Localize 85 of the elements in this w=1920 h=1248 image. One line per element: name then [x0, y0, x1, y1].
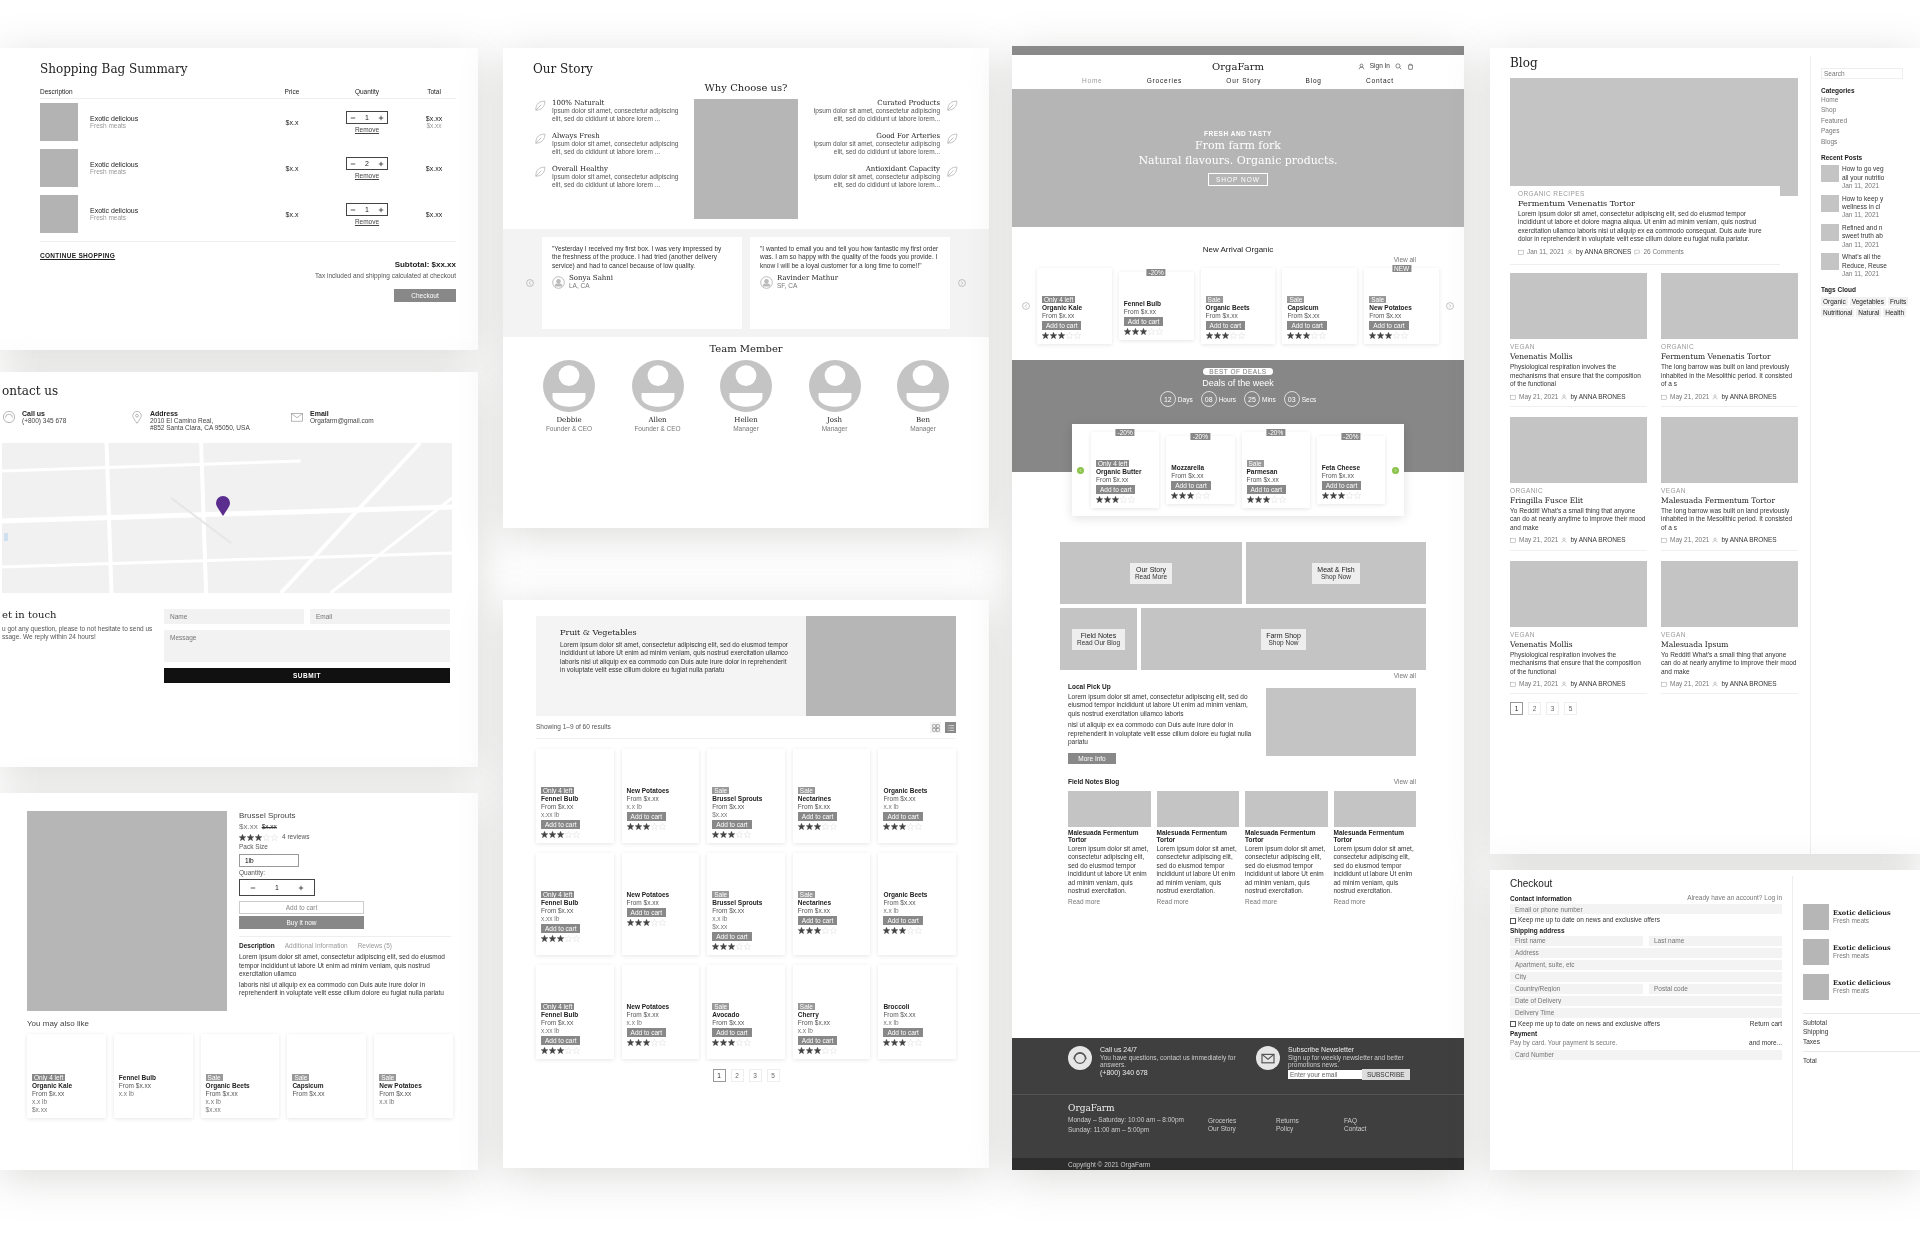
- leaf-icon: [945, 164, 959, 179]
- image-placeholder: [1803, 939, 1829, 965]
- minus-icon[interactable]: [350, 160, 356, 167]
- user-icon[interactable]: [1357, 62, 1365, 70]
- plus-icon[interactable]: [378, 160, 384, 167]
- avatar-icon: [543, 360, 595, 412]
- image-placeholder: [1803, 904, 1829, 930]
- section-title: Why Choose us?: [703, 82, 789, 93]
- user-icon: [1561, 681, 1568, 688]
- calendar-icon: [1661, 681, 1667, 688]
- hero-headline: Natural flavours. Organic products.: [1138, 154, 1338, 168]
- search-icon[interactable]: [1395, 62, 1402, 70]
- banner-title: Fruit & Vegetables: [560, 628, 638, 637]
- user-icon: [1712, 681, 1719, 688]
- calendar-icon: [1510, 681, 1516, 688]
- calendar-icon: [1510, 537, 1516, 544]
- image-placeholder: [1803, 974, 1829, 1000]
- subtotal: Subtotal: $xx.xx: [394, 260, 456, 269]
- user-icon: [1712, 393, 1719, 400]
- grid-view-button[interactable]: [930, 722, 941, 733]
- leaf-icon: [533, 131, 547, 146]
- user-icon: [1712, 537, 1719, 544]
- image-placeholder: [40, 195, 78, 233]
- image-placeholder: [1821, 165, 1839, 183]
- leaf-icon: [945, 131, 959, 146]
- next-arrow-icon[interactable]: [1392, 466, 1399, 474]
- post-title: Fermentum Venenatis Tortor: [1518, 199, 1636, 208]
- product-price: $x.xx: [239, 822, 258, 831]
- page-title: ontact us: [2, 384, 60, 398]
- comment-icon: [1634, 248, 1641, 255]
- location-pin-icon: [130, 410, 144, 424]
- previous-arrow-icon[interactable]: [1077, 466, 1084, 474]
- section-title: You may also like: [27, 1019, 90, 1028]
- bag-icon[interactable]: [1407, 62, 1414, 70]
- avatar-icon: [720, 360, 772, 412]
- checkbox[interactable]: [1510, 1021, 1516, 1028]
- list-view-button[interactable]: [945, 722, 956, 733]
- plus-icon[interactable]: [298, 884, 304, 891]
- plus-icon[interactable]: [378, 114, 384, 121]
- image-placeholder: [1821, 194, 1839, 212]
- page-title: Shopping Bag Summary: [40, 62, 189, 76]
- page-title: Our Story: [533, 62, 594, 76]
- user-icon: [1561, 393, 1568, 400]
- image-placeholder: [40, 149, 78, 187]
- calendar-icon: [1510, 393, 1516, 400]
- page-title: Checkout: [1510, 878, 1554, 889]
- user-icon: [1567, 248, 1574, 255]
- leaf-icon: [945, 99, 959, 113]
- calendar-icon: [1661, 537, 1667, 544]
- checkbox[interactable]: [1510, 917, 1516, 924]
- previous-arrow-icon[interactable]: [526, 279, 534, 287]
- product-title: Brussel Sprouts: [239, 811, 297, 820]
- hero-headline: From farm fork: [1195, 138, 1281, 152]
- next-arrow-icon[interactable]: [958, 279, 966, 287]
- envelope-icon: [290, 410, 304, 424]
- next-arrow-icon[interactable]: [1446, 302, 1454, 311]
- previous-arrow-icon[interactable]: [1022, 302, 1030, 311]
- minus-icon[interactable]: [350, 206, 356, 213]
- image-placeholder: [40, 103, 78, 141]
- plus-icon[interactable]: [378, 206, 384, 213]
- avatar-icon: [631, 360, 684, 412]
- minus-icon[interactable]: [250, 884, 256, 891]
- calendar-icon: [1518, 248, 1524, 255]
- section-title: New Arrival Organic: [1201, 245, 1275, 254]
- user-icon: [1561, 537, 1568, 544]
- image-placeholder: [1821, 253, 1839, 271]
- map-pin-icon: [216, 495, 230, 517]
- brand-logo[interactable]: OrgaFarm: [1212, 60, 1264, 72]
- avatar-icon: [808, 360, 861, 412]
- envelope-icon: [1256, 1046, 1280, 1070]
- headset-icon: [1068, 1046, 1092, 1070]
- section-title: Team Member: [708, 343, 784, 354]
- footer-logo: OrgaFarm: [1068, 1103, 1116, 1113]
- minus-icon[interactable]: [350, 114, 356, 121]
- leaf-icon: [533, 164, 547, 179]
- headset-icon: [2, 410, 16, 424]
- image-placeholder: [1821, 223, 1839, 241]
- leaf-icon: [533, 99, 547, 113]
- avatar-icon: [897, 360, 949, 412]
- section-title: et in touch: [2, 609, 58, 620]
- section-title: Deals of the week: [1202, 378, 1274, 389]
- avatar-icon: [760, 276, 773, 290]
- avatar-icon: [552, 276, 565, 290]
- calendar-icon: [1661, 393, 1667, 400]
- page-title: Blog: [1510, 56, 1539, 70]
